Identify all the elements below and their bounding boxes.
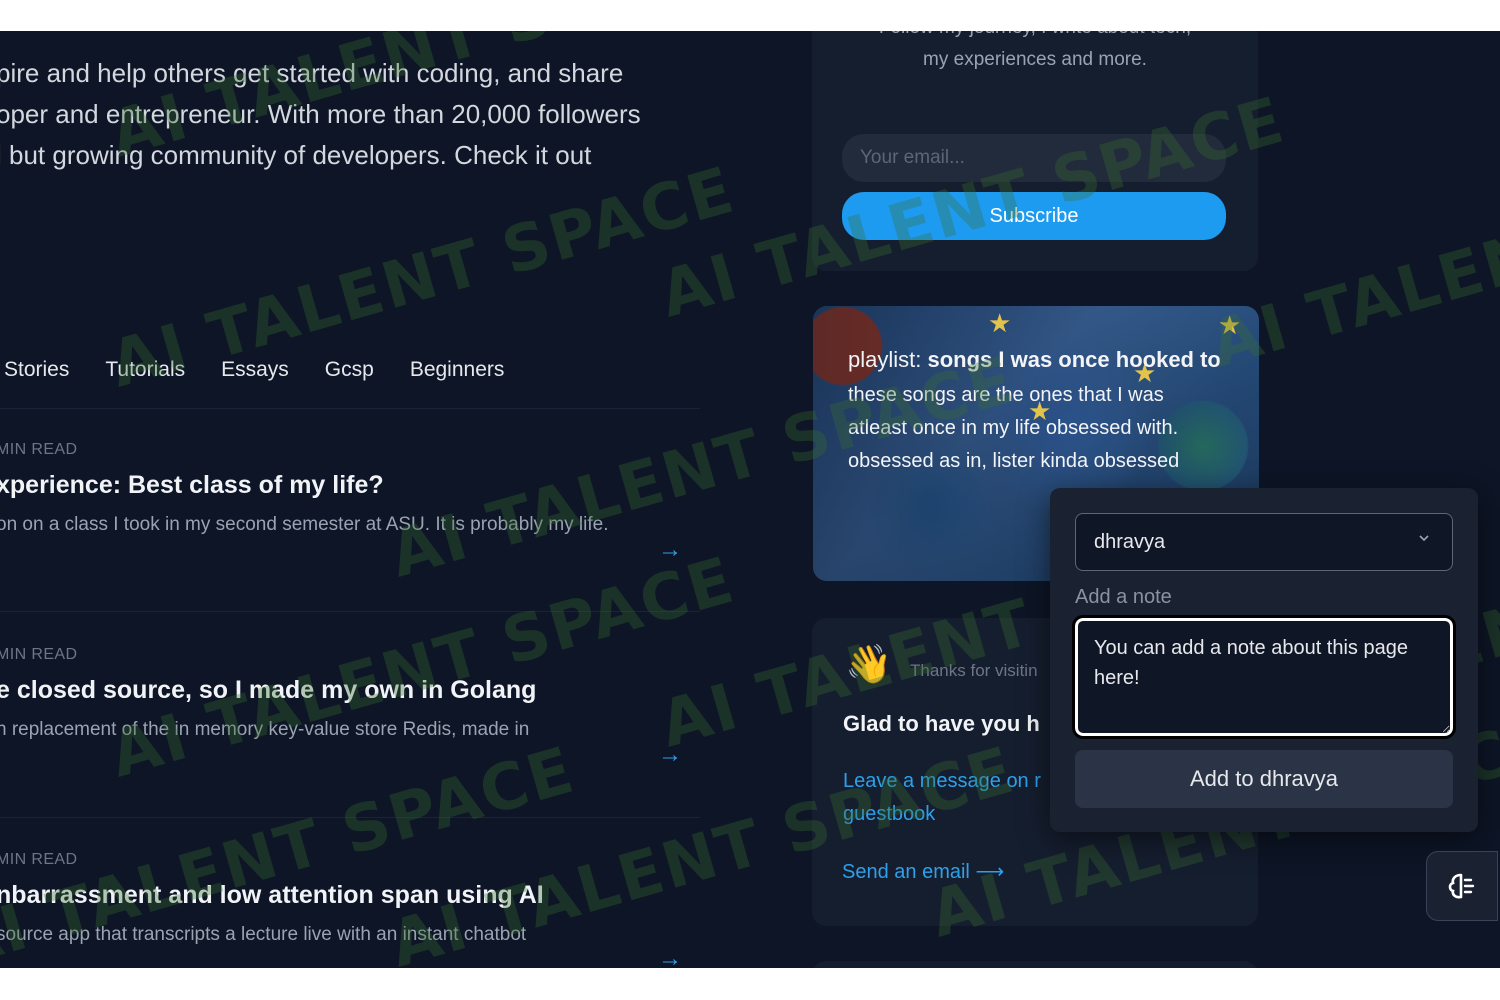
tab-essays[interactable]: Essays <box>221 358 289 382</box>
screen: pire and help others get started with co… <box>0 31 1500 968</box>
star-icon: ★ <box>988 308 1012 338</box>
divider <box>0 408 700 409</box>
playlist-name: songs I was once hooked to <box>927 347 1221 372</box>
add-to-collection-button[interactable]: Add to dhravya <box>1075 750 1453 808</box>
arrow-right-icon[interactable]: → <box>658 536 682 564</box>
article-description: n replacement of the in memory key-value… <box>0 719 530 740</box>
thanks-text: Thanks for visitin <box>910 661 1038 680</box>
email-input[interactable] <box>842 134 1226 182</box>
arrow-right-icon[interactable]: → <box>658 945 682 968</box>
arrow-right-icon: ⟶ <box>975 861 1005 883</box>
star-icon: ★ <box>1218 310 1242 340</box>
article-title[interactable]: nbarrassment and low attention span usin… <box>0 881 700 910</box>
tab-beginners[interactable]: Beginners <box>410 358 505 382</box>
article-meta: MIN READ <box>0 851 78 868</box>
chevron-down-icon <box>1419 535 1429 542</box>
note-textarea[interactable]: You can add a note about this page here! <box>1072 615 1456 739</box>
intro-line: oper and entrepreneur. With more than 20… <box>0 99 641 129</box>
selected-collection: dhravya <box>1094 531 1166 553</box>
brain-icon <box>1448 873 1475 899</box>
arrow-right-icon[interactable]: → <box>658 741 682 769</box>
newsletter-text: Follow my journey, I write about tech, <box>812 31 1258 39</box>
article-title[interactable]: xperience: Best class of my life? <box>0 471 700 500</box>
subscribe-button[interactable]: Subscribe <box>842 192 1226 240</box>
article-meta: MIN READ <box>0 441 78 458</box>
divider <box>0 611 700 612</box>
collection-select[interactable]: dhravya <box>1075 513 1453 571</box>
playlist-description: these songs are the ones that I was atle… <box>848 384 1180 472</box>
article-description: on on a class I took in my second semest… <box>0 514 609 535</box>
playlist-prefix: playlist: <box>848 347 928 372</box>
article-item[interactable]: MIN READ e closed source, so I made my o… <box>0 646 700 746</box>
article-description: source app that transcripts a lecture li… <box>0 924 527 945</box>
waving-hand-icon: 👋 <box>845 644 893 686</box>
article-item[interactable]: MIN READ xperience: Best class of my lif… <box>0 441 700 541</box>
guestbook-link[interactable]: guestbook <box>843 803 935 826</box>
intro-line: pire and help others get started with co… <box>0 58 624 88</box>
playlist-text: playlist: songs I was once hooked to the… <box>848 342 1228 478</box>
extension-button[interactable] <box>1426 851 1498 921</box>
article-item[interactable]: MIN READ nbarrassment and low attention … <box>0 851 700 951</box>
send-email-label: Send an email <box>842 861 970 883</box>
article-meta: MIN READ <box>0 646 78 663</box>
divider <box>0 817 700 818</box>
glad-heading: Glad to have you h <box>843 711 1040 736</box>
tab-tutorials[interactable]: Tutorials <box>105 358 185 382</box>
note-label: Add a note <box>1075 586 1172 608</box>
article-title[interactable]: e closed source, so I made my own in Gol… <box>0 676 700 705</box>
newsletter-text: my experiences and more. <box>923 49 1147 70</box>
intro-line: l but growing community of developers. C… <box>0 140 592 170</box>
category-tabs: Stories Tutorials Essays Gcsp Beginners <box>4 358 540 382</box>
send-email-link[interactable]: Send an email ⟶ <box>842 859 1004 884</box>
intro-paragraph: pire and help others get started with co… <box>0 53 716 176</box>
tab-stories[interactable]: Stories <box>4 358 69 382</box>
guestbook-link[interactable]: Leave a message on r <box>843 770 1041 793</box>
add-note-popup: dhravya Add a note You can add a note ab… <box>1050 488 1478 832</box>
tab-gcsp[interactable]: Gcsp <box>325 358 374 382</box>
playlist-title: playlist: songs I was once hooked to <box>848 342 1228 378</box>
card-stub <box>812 961 1258 968</box>
